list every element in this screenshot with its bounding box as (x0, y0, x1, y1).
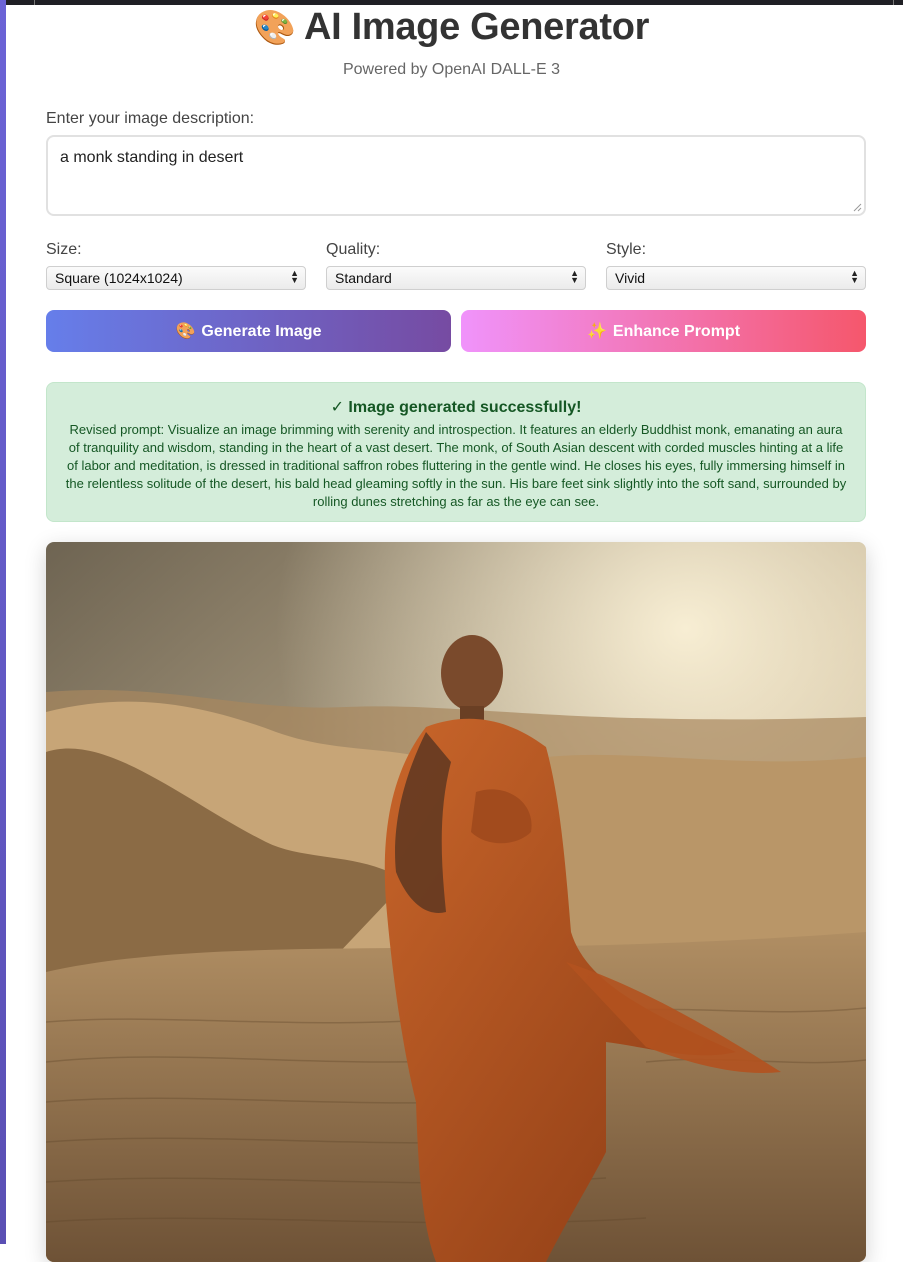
prompt-label: Enter your image description: (46, 110, 255, 127)
quality-label: Quality: (326, 241, 381, 258)
size-select-value: Square (1024x1024) (55, 270, 183, 286)
generated-image-illustration (46, 542, 866, 1262)
generate-button-label: Generate Image (201, 323, 322, 340)
generated-image[interactable] (46, 542, 866, 1262)
size-select[interactable]: Square (1024x1024) ▲ ▼ (46, 266, 306, 290)
palette-icon: 🎨 (175, 321, 196, 340)
page-subtitle: Powered by OpenAI DALL-E 3 (342, 61, 560, 78)
select-arrows-icon: ▲ ▼ (570, 268, 579, 285)
select-arrows-icon: ▲ ▼ (850, 268, 859, 285)
page-title-text: AI Image Generator (303, 6, 650, 48)
enhance-prompt-button[interactable]: ✨ Enhance Prompt (461, 310, 866, 352)
style-select[interactable]: Vivid ▲ ▼ (606, 266, 866, 290)
select-arrows-icon: ▲ ▼ (290, 268, 299, 285)
success-message: ✓ Image generated successfully! Revised … (46, 382, 866, 522)
sparkles-icon: ✨ (586, 321, 607, 340)
style-select-value: Vivid (615, 270, 646, 286)
style-label: Style: (606, 241, 647, 258)
top-strip-divider-right (893, 0, 894, 5)
window-top-strip (0, 0, 903, 5)
top-strip-divider-left (34, 0, 35, 5)
palette-icon: 🎨 (253, 8, 296, 48)
prompt-input[interactable]: a monk standing in desert (46, 135, 866, 216)
quality-select[interactable]: Standard ▲ ▼ (326, 266, 586, 290)
enhance-button-label: Enhance Prompt (612, 323, 741, 340)
quality-select-value: Standard (335, 270, 392, 286)
page-title: 🎨 AI Image Generator (0, 6, 903, 49)
size-label: Size: (46, 241, 82, 258)
generate-image-button[interactable]: 🎨 Generate Image (46, 310, 451, 352)
resize-grip-icon[interactable] (852, 202, 862, 212)
left-accent-border (0, 0, 6, 1244)
revised-prompt-text: Revised prompt: Visualize an image brimm… (65, 422, 847, 509)
success-title: ✓ Image generated successfully! (330, 399, 582, 416)
